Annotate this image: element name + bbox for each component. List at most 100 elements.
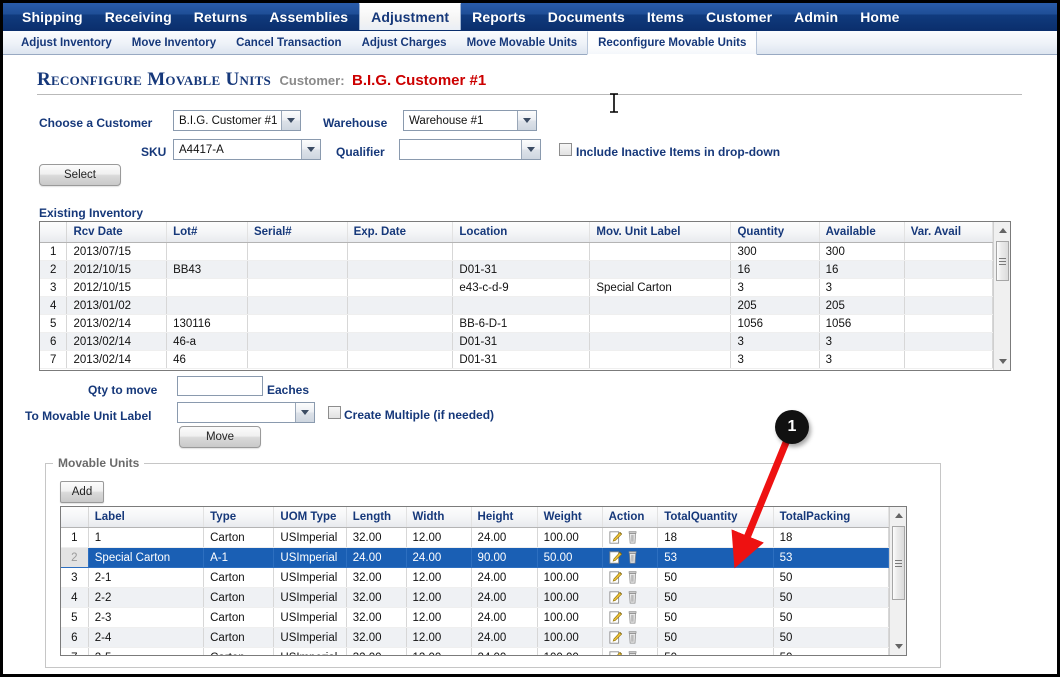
chevron-down-icon[interactable] [295,403,314,422]
table-row[interactable]: 1 2013/07/15 300 300 [40,242,993,261]
table-row[interactable]: 5 2-3 Carton USImperial 32.00 12.00 24.00 100.0… [61,607,889,628]
edit-icon[interactable] [609,590,623,605]
movable-units-cell-action[interactable] [602,527,659,548]
delete-icon[interactable] [626,550,640,565]
nav-item-adjustment[interactable]: Adjustment [359,3,462,30]
nav-item-receiving[interactable]: Receiving [94,3,183,30]
edit-icon[interactable] [609,630,623,645]
subnav-item-adjust-charges[interactable]: Adjust Charges [352,31,457,54]
delete-icon[interactable] [626,530,640,545]
movable-units-col-header[interactable]: Weight [537,507,603,528]
table-row[interactable]: 4 2013/01/02 205 205 [40,296,993,315]
table-row[interactable]: 6 2013/02/14 46-a D01-31 3 3 [40,332,993,351]
table-row[interactable]: 6 2-4 Carton USImperial 32.00 12.00 24.00 100.0… [61,627,889,648]
inventory-col-header[interactable]: Var. Avail [904,222,993,243]
edit-icon[interactable] [609,550,623,565]
scroll-down-icon[interactable] [994,353,1010,370]
movable-units-col-header[interactable]: TotalQuantity [657,507,774,528]
subnav-item-cancel-transaction[interactable]: Cancel Transaction [226,31,351,54]
inventory-col-header[interactable]: Lot# [166,222,248,243]
nav-item-admin[interactable]: Admin [783,3,849,30]
inventory-col-header[interactable] [40,222,68,243]
edit-icon[interactable] [609,650,623,655]
qualifier-select[interactable] [399,139,541,160]
movable-units-col-header[interactable]: Width [406,507,472,528]
sku-select[interactable]: A4417-A [173,139,321,160]
nav-item-reports[interactable]: Reports [461,3,537,30]
movable-units-col-header[interactable] [61,507,89,528]
movable-units-cell-action[interactable] [602,587,659,608]
movable-units-col-header[interactable]: Label [88,507,205,528]
delete-icon[interactable] [626,630,640,645]
edit-icon[interactable] [609,530,623,545]
movable-units-col-header[interactable]: Length [346,507,407,528]
movable-units-col-header[interactable]: Height [471,507,538,528]
inventory-col-header[interactable]: Location [452,222,591,243]
edit-icon[interactable] [609,570,623,585]
scrollbar-thumb[interactable] [996,241,1009,281]
table-row[interactable]: 5 2013/02/14 130116 BB-6-D-1 1056 1056 [40,314,993,333]
movable-units-cell-action[interactable] [602,607,659,628]
nav-item-returns[interactable]: Returns [183,3,259,30]
table-row[interactable]: 7 2013/02/14 46 D01-31 3 3 [40,350,993,369]
nav-item-assemblies[interactable]: Assemblies [258,3,359,30]
inventory-scrollbar[interactable] [993,222,1010,370]
movable-units-cell-action[interactable] [602,627,659,648]
inventory-col-header[interactable]: Mov. Unit Label [589,222,732,243]
movable-units-col-header[interactable]: Action [602,507,659,528]
to-movable-unit-select[interactable] [177,402,315,423]
inventory-col-header[interactable]: Available [819,222,905,243]
nav-item-items[interactable]: Items [636,3,695,30]
table-row[interactable]: 1 1 Carton USImperial 32.00 12.00 24.00 100.00 1… [61,527,889,548]
table-row[interactable]: 3 2-1 Carton USImperial 32.00 12.00 24.00 100.0… [61,567,889,588]
movable-units-cell-uom_type: USImperial [273,587,347,608]
inventory-col-header[interactable]: Rcv Date [66,222,168,243]
nav-item-customer[interactable]: Customer [695,3,783,30]
nav-item-home[interactable]: Home [849,3,910,30]
movable-units-scrollbar[interactable] [889,507,906,655]
delete-icon[interactable] [626,650,640,655]
chevron-down-icon[interactable] [517,111,536,130]
movable-units-col-header[interactable]: UOM Type [273,507,347,528]
movable-units-col-header[interactable]: Type [203,507,275,528]
movable-units-cell-action[interactable] [602,647,659,655]
add-button[interactable]: Add [60,481,104,503]
chevron-down-icon[interactable] [521,140,540,159]
move-button[interactable]: Move [179,426,261,448]
scroll-up-icon[interactable] [994,222,1010,239]
movable-units-cell-action[interactable] [602,567,659,588]
subnav-item-adjust-inventory[interactable]: Adjust Inventory [11,31,122,54]
table-row[interactable]: 2 Special Carton A-1 USImperial 24.00 24.00 90… [61,547,889,568]
table-row[interactable]: 72-5CartonUSImperial32.0012.0024.00100.0… [61,647,889,655]
warehouse-select[interactable]: Warehouse #1 [403,110,537,131]
inventory-col-header[interactable]: Exp. Date [347,222,454,243]
subnav-item-reconfigure-movable-units[interactable]: Reconfigure Movable Units [587,31,758,55]
inventory-col-header[interactable]: Serial# [247,222,348,243]
chevron-down-icon[interactable] [281,111,300,130]
scroll-down-icon[interactable] [890,638,906,655]
select-button[interactable]: Select [39,164,121,186]
subnav-item-move-movable-units[interactable]: Move Movable Units [457,31,588,54]
nav-item-documents[interactable]: Documents [537,3,636,30]
include-inactive-checkbox[interactable] [559,143,572,156]
scrollbar-thumb[interactable] [892,526,905,600]
inventory-col-header[interactable]: Quantity [730,222,820,243]
edit-icon[interactable] [609,610,623,625]
chevron-down-icon[interactable] [301,140,320,159]
delete-icon[interactable] [626,570,640,585]
customer-select[interactable]: B.I.G. Customer #1 [173,110,301,131]
create-multiple-checkbox[interactable] [328,406,341,419]
qty-to-move-input[interactable] [177,376,263,396]
table-row[interactable]: 4 2-2 Carton USImperial 32.00 12.00 24.00 100.0… [61,587,889,608]
scroll-up-icon[interactable] [890,507,906,524]
delete-icon[interactable] [626,610,640,625]
table-row[interactable]: 3 2012/10/15 e43-c-d-9 Special Carton 3 3 [40,278,993,297]
movable-units-cell-type: Carton [203,567,275,588]
delete-icon[interactable] [626,590,640,605]
subnav-item-move-inventory[interactable]: Move Inventory [122,31,226,54]
table-row[interactable]: 2 2012/10/15 BB43 D01-31 16 16 [40,260,993,279]
movable-units-cell-width: 12.00 [406,647,472,655]
nav-item-shipping[interactable]: Shipping [11,3,94,30]
movable-units-cell-action[interactable] [602,547,659,568]
movable-units-col-header[interactable]: TotalPacking [773,507,889,528]
